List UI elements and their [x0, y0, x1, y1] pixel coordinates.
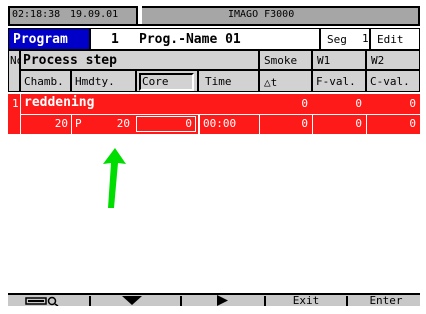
- softkey-separator: [180, 296, 182, 306]
- down-arrow-icon: [122, 296, 142, 305]
- softkey-down[interactable]: [92, 295, 172, 306]
- header-hmdty: Hmdty.: [71, 70, 136, 92]
- row-name[interactable]: reddening: [24, 95, 94, 110]
- softkey-search[interactable]: [8, 295, 76, 306]
- row-smoke: 0: [301, 97, 308, 110]
- header-cval: C-val.: [366, 70, 420, 92]
- right-arrow-icon: [217, 295, 228, 306]
- header-smoke: Smoke: [259, 50, 312, 70]
- program-name: Prog.-Name 01: [139, 32, 241, 47]
- header-time: Time: [198, 70, 259, 92]
- cell-divider-w2: [366, 114, 367, 134]
- row-time[interactable]: 00:00: [203, 117, 236, 130]
- header-chamb: Chamb.: [20, 70, 71, 92]
- status-time: 02:18:38: [12, 9, 61, 20]
- segment-label: Seg: [327, 33, 347, 46]
- device-name: IMAGO F3000: [228, 9, 295, 20]
- controller-screen: 02:18:38 19.09.01 IMAGO F3000 Program 1 …: [8, 6, 420, 306]
- header-process-step: Process step: [20, 50, 259, 70]
- row-core[interactable]: 0: [168, 117, 192, 130]
- cell-divider-time: [198, 114, 200, 134]
- cell-divider-w1: [312, 114, 313, 134]
- row-chamb[interactable]: 20: [38, 117, 68, 130]
- row-mode[interactable]: P: [75, 117, 82, 130]
- row-w1: 0: [355, 97, 362, 110]
- row-delta-t: 0: [301, 117, 308, 130]
- header-delta-t: △t: [259, 70, 312, 92]
- softkey-separator: [89, 296, 91, 306]
- header-w1: W1: [312, 50, 366, 70]
- softkey-separator: [346, 296, 348, 306]
- row-no: 1: [12, 97, 19, 110]
- header-w2: W2: [366, 50, 420, 70]
- softkey-separator: [264, 296, 266, 306]
- softkey-enter[interactable]: Enter: [352, 295, 420, 307]
- header-fval: F-val.: [312, 70, 366, 92]
- program-name-field[interactable]: 1 Prog.-Name 01: [90, 28, 320, 50]
- softkey-exit[interactable]: Exit: [270, 295, 342, 307]
- program-number: 1: [111, 32, 119, 47]
- cell-divider: [71, 114, 72, 134]
- header-core-cell: Core: [136, 70, 198, 92]
- segment-value: 1: [362, 32, 369, 45]
- row-cval: 0: [409, 117, 416, 130]
- softkey-bar: Exit Enter: [8, 293, 420, 306]
- program-label[interactable]: Program: [8, 28, 90, 50]
- row-w2: 0: [409, 97, 416, 110]
- status-date: 19.09.01: [70, 9, 119, 20]
- edit-button[interactable]: Edit: [370, 28, 420, 50]
- cell-divider-smoke: [259, 114, 260, 134]
- battery-search-icon: [25, 296, 59, 306]
- status-divider-light: [138, 6, 142, 24]
- row-hmdty[interactable]: 20: [100, 117, 130, 130]
- row-fval: 0: [355, 117, 362, 130]
- row-sub-divider: [20, 114, 420, 115]
- header-core[interactable]: Core: [139, 73, 194, 91]
- status-bar: 02:18:38 19.09.01 IMAGO F3000: [8, 6, 420, 26]
- softkey-right[interactable]: [184, 295, 260, 306]
- header-no: No: [8, 50, 23, 92]
- green-arrow-annotation: [103, 148, 126, 208]
